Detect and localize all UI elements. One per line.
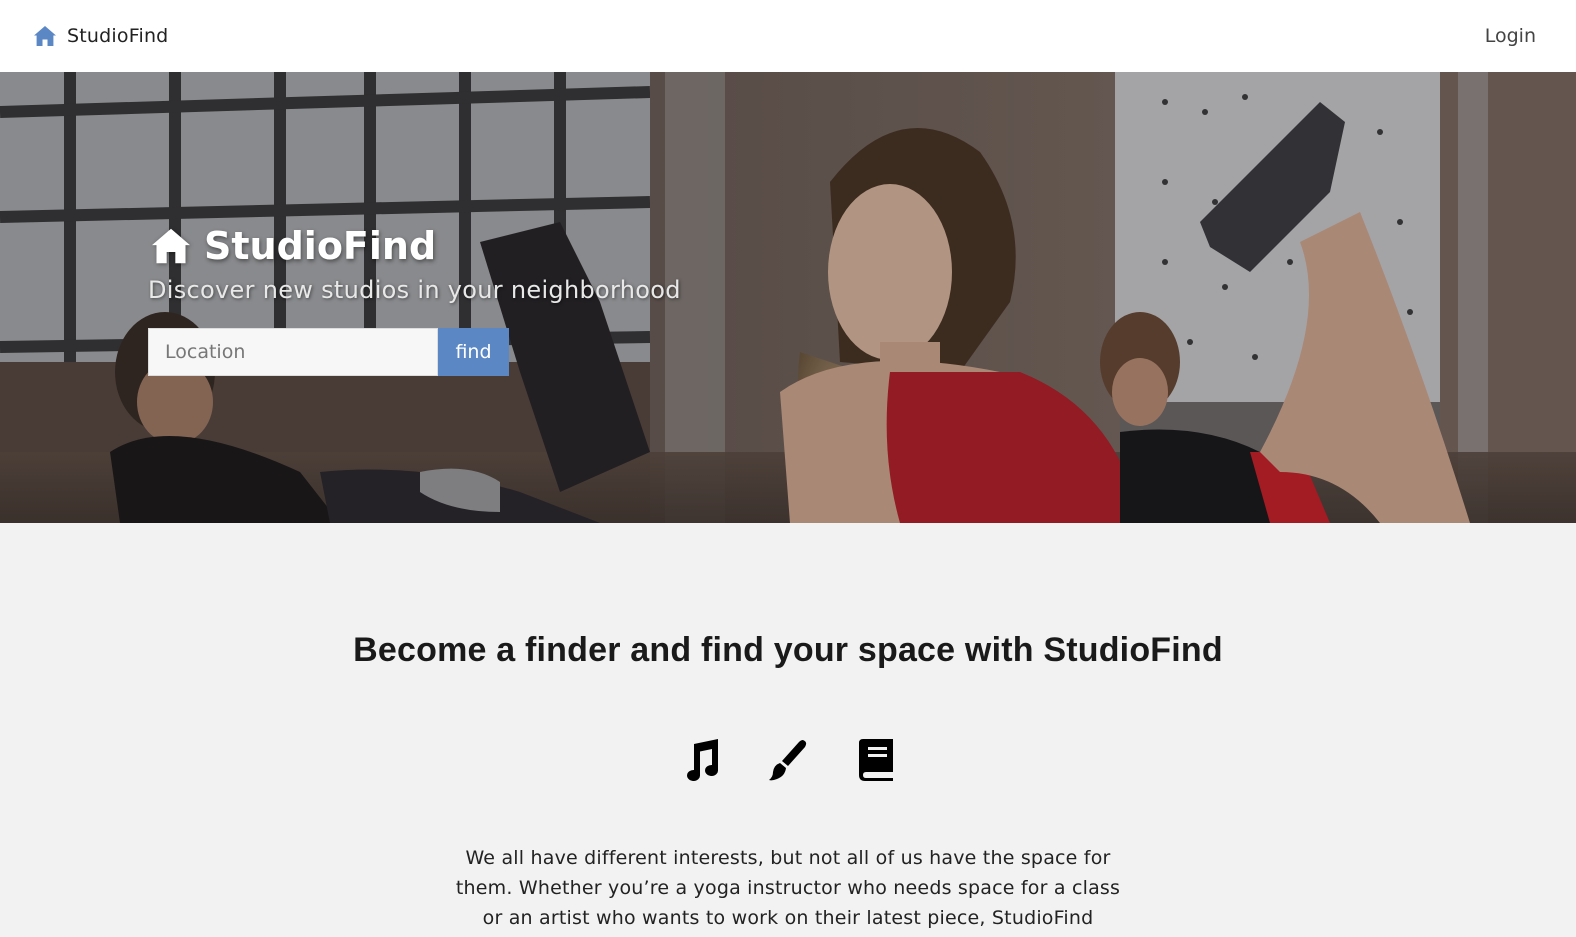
location-input[interactable] [148, 328, 438, 376]
hero-content: StudioFind Discover new studios in your … [148, 224, 681, 376]
top-navbar: StudioFind Login [0, 0, 1576, 72]
brand-name: StudioFind [67, 25, 169, 47]
home-icon [148, 227, 194, 265]
hero-subtitle: Discover new studios in your neighborhoo… [148, 276, 681, 304]
location-search-form: find [148, 328, 681, 376]
intro-heading: Become a finder and find your space with… [353, 631, 1223, 669]
brand-link[interactable]: StudioFind [33, 25, 168, 47]
intro-section: Become a finder and find your space with… [0, 523, 1576, 937]
book-icon [855, 737, 897, 783]
home-icon [33, 25, 57, 47]
hero-banner: StudioFind Discover new studios in your … [0, 72, 1576, 523]
find-button[interactable]: find [438, 328, 509, 376]
login-link[interactable]: Login [1485, 25, 1536, 47]
hero-title: StudioFind [204, 224, 437, 268]
interest-icons [0, 737, 1576, 783]
hero-title-row: StudioFind [148, 224, 681, 268]
music-note-icon [679, 737, 721, 783]
intro-paragraph: We all have different interests, but not… [455, 847, 1121, 929]
paint-brush-icon [767, 737, 809, 783]
